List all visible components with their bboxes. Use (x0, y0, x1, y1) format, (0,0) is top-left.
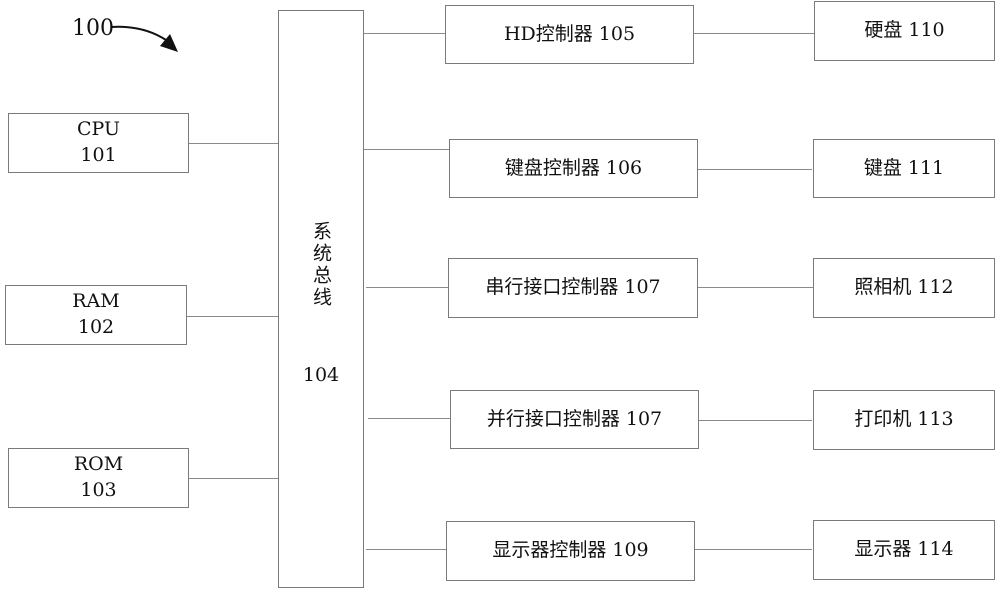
system-bus-box: 系统总线 104 (278, 10, 364, 588)
controller-box: 显示器控制器 109 (446, 521, 695, 581)
controller-box: 并行接口控制器 107 (450, 390, 699, 449)
bus-controller-connector (366, 549, 447, 550)
controller-label: HD控制器 105 (503, 22, 636, 45)
controller-device-connector (699, 420, 812, 421)
bus-controller-connector (364, 149, 450, 150)
controller-box: 键盘控制器 106 (449, 139, 698, 198)
controller-device-connector (698, 169, 812, 170)
device-label: 打印机 113 (854, 408, 954, 431)
device-box: 打印机 113 (813, 390, 995, 450)
cpu-bus-connector (189, 143, 278, 144)
controller-device-connector (694, 33, 814, 34)
ram-number: 102 (77, 316, 115, 338)
device-box: 照相机 112 (813, 258, 995, 318)
system-bus-number: 104 (302, 364, 340, 386)
bus-controller-connector (364, 33, 445, 34)
curved-arrow-icon (110, 25, 178, 52)
controller-box: HD控制器 105 (445, 5, 694, 64)
controller-label: 并行接口控制器 107 (486, 407, 663, 430)
ram-name: RAM (72, 290, 120, 313)
rom-box: ROM 103 (8, 448, 189, 508)
controller-label: 键盘控制器 106 (504, 156, 643, 179)
controller-label: 显示器控制器 109 (492, 539, 649, 562)
ram-bus-connector (187, 316, 278, 317)
controller-device-connector (698, 287, 813, 288)
controller-box: 串行接口控制器 107 (448, 258, 698, 318)
device-box: 显示器 114 (813, 520, 995, 580)
controller-label: 串行接口控制器 107 (485, 276, 661, 299)
system-bus-title: 系统总线 (310, 221, 332, 309)
device-label: 显示器 114 (854, 538, 954, 561)
cpu-box: CPU 101 (8, 113, 189, 173)
bus-controller-connector (366, 287, 449, 288)
device-label: 键盘 111 (863, 156, 945, 179)
device-label: 硬盘 110 (864, 19, 945, 42)
rom-bus-connector (189, 478, 278, 479)
ram-box: RAM 102 (5, 285, 187, 345)
controller-device-connector (695, 549, 812, 550)
cpu-number: 101 (80, 144, 117, 166)
device-label: 照相机 112 (854, 276, 954, 299)
rom-number: 103 (80, 479, 117, 501)
device-box: 硬盘 110 (814, 1, 995, 61)
rom-name: ROM (73, 453, 124, 476)
device-box: 键盘 111 (813, 139, 995, 198)
bus-controller-connector (368, 418, 451, 419)
cpu-name: CPU (76, 118, 120, 141)
